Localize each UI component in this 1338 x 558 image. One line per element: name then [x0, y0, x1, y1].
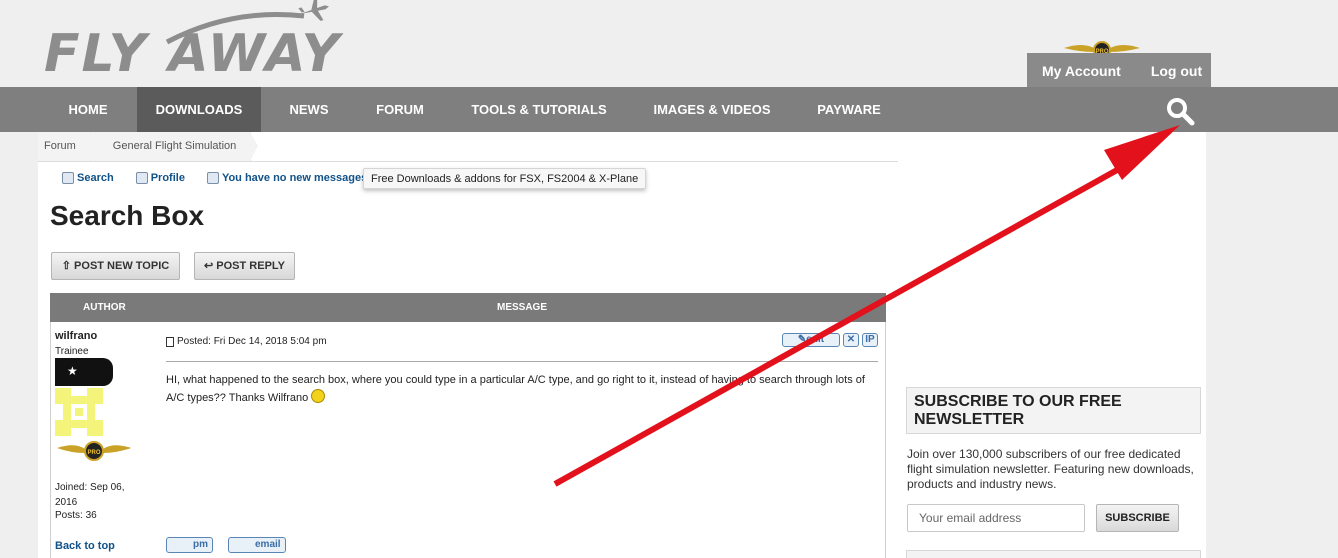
post-body: HI, what happened to the search box, whe…	[166, 372, 866, 407]
post-count: Posts: 36	[55, 510, 97, 521]
message-column-header: MESSAGE	[497, 302, 548, 313]
nav-forum[interactable]: FORUM	[360, 87, 440, 132]
author-rank: Trainee	[55, 346, 89, 357]
tooltip: Free Downloads & addons for FSX, FS2004 …	[363, 168, 647, 189]
search-link[interactable]: Search	[62, 172, 114, 184]
site-logo[interactable]: FLY AWAY	[42, 0, 362, 84]
search-link-label: Search	[77, 172, 114, 184]
rank-image	[55, 358, 113, 386]
divider	[38, 161, 898, 162]
nav-downloads[interactable]: DOWNLOADS	[137, 87, 261, 132]
post-row	[50, 322, 886, 558]
nav-news[interactable]: NEWS	[270, 87, 348, 132]
email-button[interactable]: email	[228, 537, 286, 553]
nav-tools-tutorials[interactable]: TOOLS & TUTORIALS	[462, 87, 616, 132]
forum-toolbar: Search Profile You have no new messages	[62, 172, 389, 184]
messages-icon	[206, 172, 219, 184]
search-icon[interactable]	[1165, 96, 1197, 126]
profile-icon	[135, 172, 148, 184]
post-body-text: HI, what happened to the search box, whe…	[166, 374, 865, 404]
table-header: AUTHOR MESSAGE	[50, 293, 886, 322]
main-nav: HOME DOWNLOADS NEWS FORUM TOOLS & TUTORI…	[0, 87, 1338, 132]
breadcrumb: Forum General Flight Simulation	[38, 132, 258, 161]
profile-link[interactable]: Profile	[135, 172, 185, 184]
email-label: email	[255, 539, 281, 550]
author-name[interactable]: wilfrano	[55, 330, 97, 342]
nav-payware[interactable]: PAYWARE	[806, 87, 892, 132]
account-box: My Account Log out	[1027, 53, 1211, 88]
pro-wings-icon: PRO	[57, 441, 131, 461]
svg-text:PRO: PRO	[87, 450, 100, 456]
author-column-header: AUTHOR	[83, 302, 126, 313]
edit-label: edit	[806, 334, 825, 345]
delete-icon[interactable]: ✕	[843, 333, 859, 347]
edit-button[interactable]: ✎edit	[782, 333, 840, 347]
logo-text: FLY AWAY	[44, 24, 342, 84]
page-title: Search Box	[50, 200, 205, 231]
post-new-topic-button[interactable]: ⇧ POST NEW TOPIC	[51, 252, 180, 280]
star-icon: ★	[67, 364, 78, 378]
log-out-link[interactable]: Log out	[1151, 63, 1202, 79]
joined-date: Joined: Sep 06, 2016	[55, 482, 125, 508]
posted-date: Posted: Fri Dec 14, 2018 5:04 pm	[177, 336, 327, 347]
my-account-link[interactable]: My Account	[1042, 63, 1121, 79]
document-icon	[166, 336, 174, 347]
sidebar-box	[906, 550, 1201, 558]
profile-link-label: Profile	[150, 172, 185, 184]
newsletter-title: SUBSCRIBE TO OUR FREE NEWSLETTER	[906, 387, 1201, 434]
post-meta: Posted: Fri Dec 14, 2018 5:04 pm	[166, 336, 327, 347]
breadcrumb-forum[interactable]: Forum	[38, 132, 98, 161]
smiley-icon	[311, 389, 326, 403]
avatar	[55, 388, 103, 436]
messages-link-label: You have no new messages	[221, 172, 368, 184]
breadcrumb-general-flight-simulation[interactable]: General Flight Simulation	[90, 132, 258, 161]
post-reply-button[interactable]: ↩ POST REPLY	[194, 252, 295, 280]
newsletter-description: Join over 130,000 subscribers of our fre…	[907, 447, 1194, 491]
subscribe-button[interactable]: SUBSCRIBE	[1096, 504, 1179, 532]
email-field[interactable]	[907, 504, 1085, 532]
pm-button[interactable]: pm	[166, 537, 213, 553]
magnifier-icon	[62, 172, 74, 184]
divider	[166, 361, 878, 362]
nav-home[interactable]: HOME	[48, 87, 128, 132]
nav-images-videos[interactable]: IMAGES & VIDEOS	[642, 87, 782, 132]
messages-link[interactable]: You have no new messages	[206, 172, 368, 184]
pm-label: pm	[193, 539, 208, 550]
ip-button[interactable]: IP	[862, 333, 878, 347]
back-to-top-link[interactable]: Back to top	[55, 540, 115, 552]
